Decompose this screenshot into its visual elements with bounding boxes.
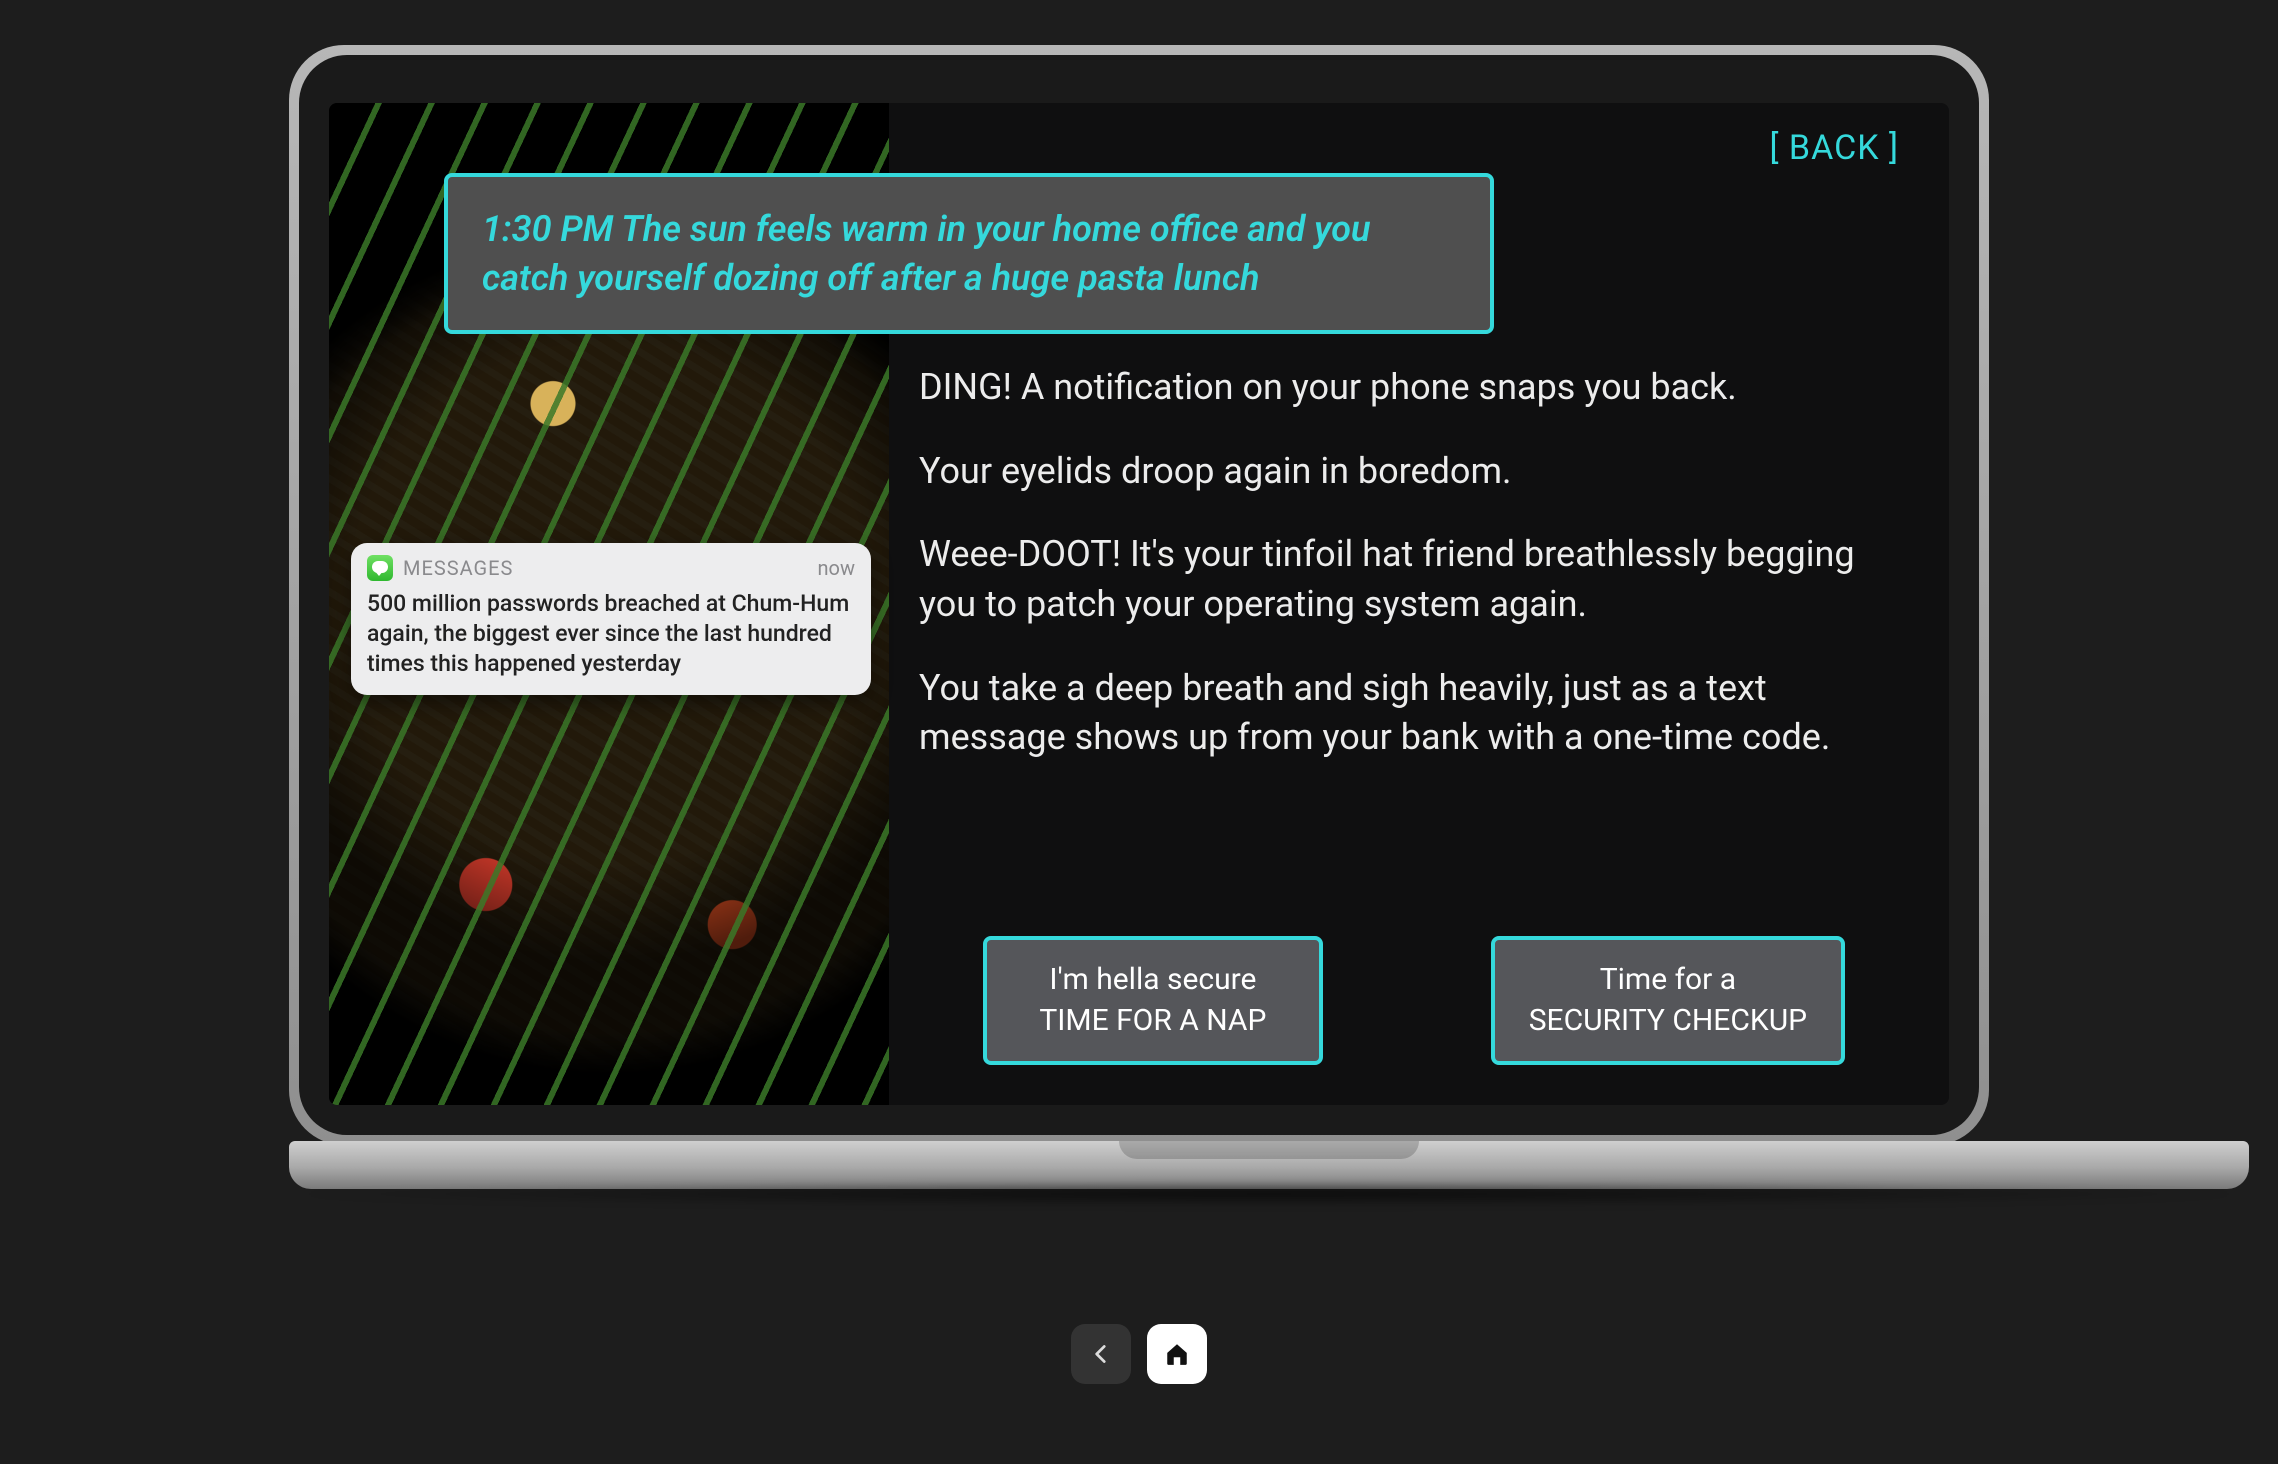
story-text: DING! A notification on your phone snaps…: [919, 363, 1879, 763]
toolbar-back-button[interactable]: [1071, 1324, 1131, 1384]
story-paragraph: You take a deep breath and sigh heavily,…: [919, 664, 1879, 763]
story-paragraph: DING! A notification on your phone snaps…: [919, 363, 1879, 413]
game-screen: MESSAGES now 500 million passwords breac…: [329, 103, 1949, 1105]
choice-nap-button[interactable]: I'm hella secure TIME FOR A NAP: [983, 936, 1323, 1065]
choice-line2: TIME FOR A NAP: [1039, 1003, 1266, 1038]
choice-line1: Time for a: [1600, 962, 1736, 997]
laptop-base: [289, 1141, 2249, 1189]
phone-notification: MESSAGES now 500 million passwords breac…: [351, 543, 871, 695]
home-icon: [1164, 1341, 1190, 1367]
story-panel: [ BACK ] 1:30 PM The sun feels warm in y…: [889, 103, 1949, 1105]
choice-row: I'm hella secure TIME FOR A NAP Time for…: [919, 936, 1909, 1065]
bottom-toolbar: [1071, 1324, 1207, 1384]
story-paragraph: Weee-DOOT! It's your tinfoil hat friend …: [919, 530, 1879, 629]
scene-headline: 1:30 PM The sun feels warm in your home …: [444, 173, 1494, 334]
laptop-lid: MESSAGES now 500 million passwords breac…: [289, 45, 1989, 1145]
chevron-left-icon: [1088, 1341, 1114, 1367]
toolbar-home-button[interactable]: [1147, 1324, 1207, 1384]
choice-line2: SECURITY CHECKUP: [1529, 1003, 1807, 1038]
choice-security-button[interactable]: Time for a SECURITY CHECKUP: [1491, 936, 1845, 1065]
story-paragraph: Your eyelids droop again in boredom.: [919, 447, 1879, 497]
choice-line1: I'm hella secure: [1049, 962, 1256, 997]
messages-app-icon: [367, 555, 393, 581]
notification-app-label: MESSAGES: [403, 556, 513, 580]
notification-body: 500 million passwords breached at Chum-H…: [367, 589, 855, 679]
back-button[interactable]: [ BACK ]: [1769, 128, 1899, 168]
laptop-mockup: MESSAGES now 500 million passwords breac…: [289, 45, 1989, 1189]
notification-time: now: [818, 556, 855, 580]
